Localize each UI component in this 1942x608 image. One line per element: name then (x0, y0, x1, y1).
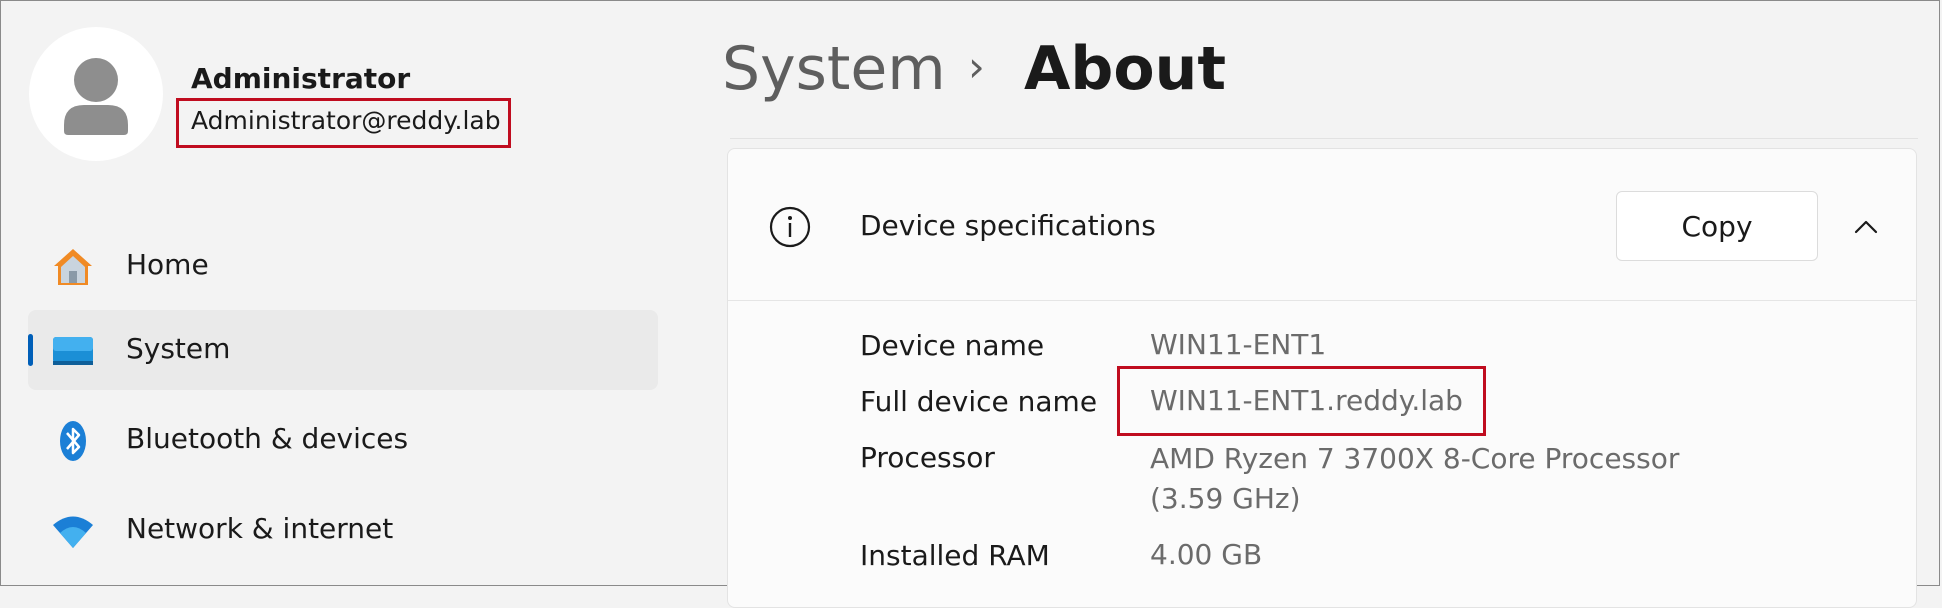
sidebar-item-bluetooth[interactable]: Bluetooth & devices (28, 400, 658, 480)
spec-label-installed-ram: Installed RAM (860, 539, 1050, 572)
info-icon (769, 206, 811, 248)
sidebar-item-label: System (126, 332, 231, 365)
user-name: Administrator (191, 62, 411, 95)
divider (728, 300, 1916, 301)
spec-value-processor-speed[interactable]: (3.59 GHz) (1150, 479, 1301, 519)
email-highlight-box (176, 98, 511, 148)
spec-value-processor[interactable]: AMD Ryzen 7 3700X 8-Core Processor (1150, 439, 1679, 479)
spec-value-device-name[interactable]: WIN11-ENT1 (1150, 325, 1326, 365)
sidebar-item-label: Network & internet (126, 512, 394, 545)
person-icon (64, 58, 128, 135)
spec-label-device-name: Device name (860, 329, 1045, 362)
spec-label-full-device-name: Full device name (860, 385, 1098, 418)
chevron-right-icon: › (968, 42, 985, 91)
sidebar-item-label: Home (126, 248, 209, 281)
device-specifications-card: Device specifications Copy Device name W… (727, 148, 1917, 608)
sidebar-item-system[interactable]: System (28, 310, 658, 390)
device-specifications-header[interactable]: Device specifications Copy (728, 149, 1916, 301)
breadcrumb-parent[interactable]: System (722, 34, 946, 104)
sidebar-item-home[interactable]: Home (28, 226, 658, 306)
bluetooth-icon (60, 421, 86, 461)
spec-value-installed-ram[interactable]: 4.00 GB (1150, 535, 1262, 575)
monitor-icon (53, 337, 93, 365)
sidebar-item-label: Bluetooth & devices (126, 422, 409, 455)
page-title: About (1024, 34, 1227, 104)
sidebar-item-network[interactable]: Network & internet (28, 490, 658, 570)
copy-button[interactable]: Copy (1616, 191, 1818, 261)
card-title: Device specifications (860, 209, 1156, 242)
spec-label-processor: Processor (860, 441, 995, 474)
divider (730, 138, 1918, 139)
chevron-up-icon[interactable] (1850, 211, 1882, 243)
avatar[interactable] (29, 27, 163, 161)
full-device-name-highlight-box (1117, 366, 1486, 436)
home-icon (54, 249, 92, 285)
wifi-icon (53, 516, 93, 548)
selection-indicator (28, 334, 33, 366)
